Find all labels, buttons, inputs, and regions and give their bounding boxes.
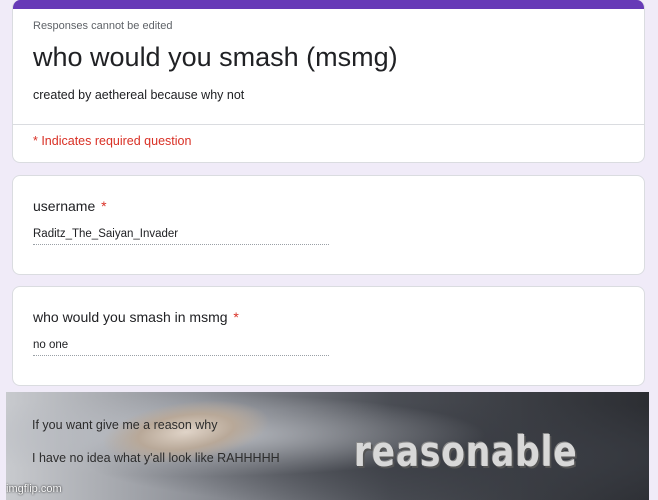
required-star: *	[233, 309, 239, 325]
required-note: * Indicates required question	[33, 134, 192, 148]
question-card-username: username * Raditz_The_Saiyan_Invader	[12, 175, 645, 275]
edit-notice: Responses cannot be edited	[33, 20, 173, 32]
meme-caption: reasonable	[354, 427, 578, 476]
meme-image-overlay: If you want give me a reason why I have …	[6, 392, 649, 500]
question-label: username *	[33, 198, 107, 214]
form-accent-bar	[13, 0, 644, 9]
required-star: *	[101, 198, 107, 214]
question-label: who would you smash in msmg *	[33, 309, 239, 325]
smash-answer[interactable]: no one	[33, 339, 329, 356]
form-header-card: Responses cannot be edited who would you…	[12, 0, 645, 163]
header-divider	[13, 124, 644, 125]
question-text: username	[33, 198, 96, 214]
meme-answer-text: I have no idea what y'all look like RAHH…	[32, 451, 280, 465]
username-answer[interactable]: Raditz_The_Saiyan_Invader	[33, 228, 329, 245]
question-text: who would you smash in msmg	[33, 309, 228, 325]
form-description: created by aethereal because why not	[33, 88, 245, 102]
form-title: who would you smash (msmg)	[33, 42, 398, 72]
imgflip-watermark: imgflip.com	[6, 483, 62, 495]
question-card-smash: who would you smash in msmg * no one	[12, 286, 645, 386]
meme-question-text: If you want give me a reason why	[32, 418, 218, 432]
